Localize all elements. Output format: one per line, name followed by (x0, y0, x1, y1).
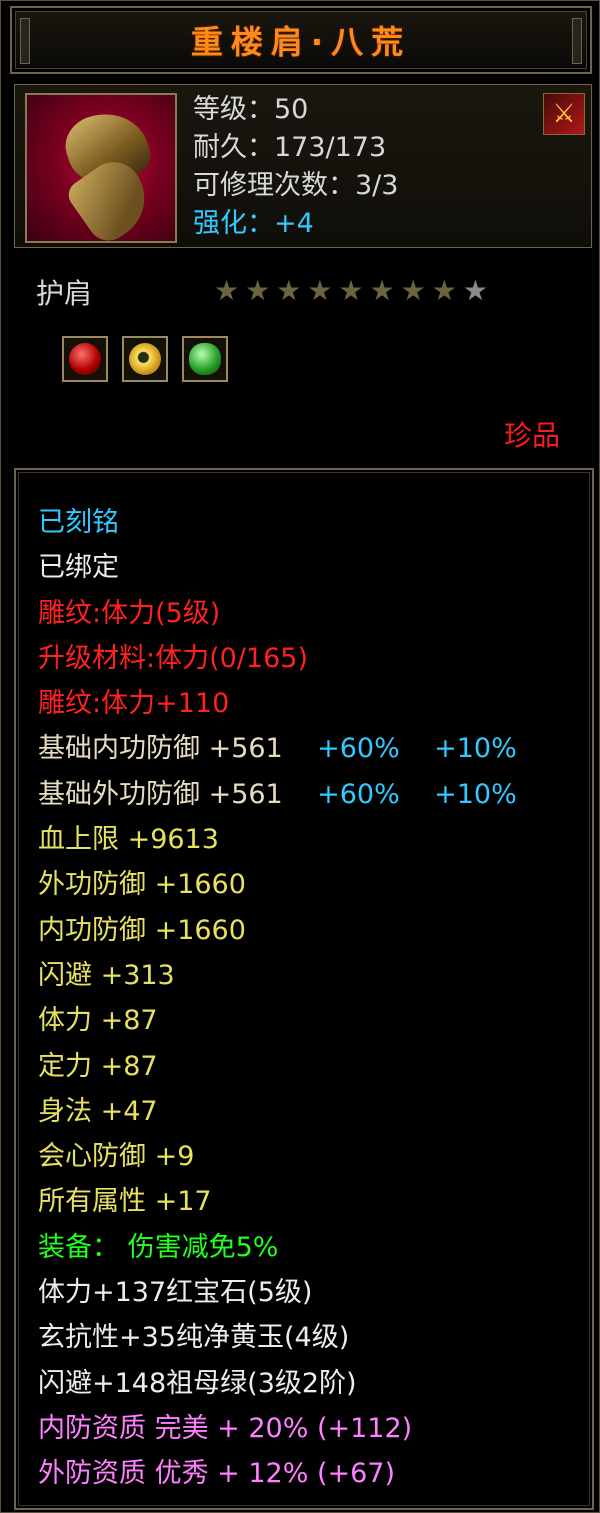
stat-line: 体力 +87 (38, 1005, 158, 1037)
engraved-status: 已刻铭 (38, 507, 119, 538)
upgrade-material-line: 升级材料:体力(0/165) (38, 642, 308, 674)
rarity-label: 珍品 (503, 419, 560, 452)
stat-line: 会心防御 +9 (38, 1141, 195, 1173)
star-icon: ★ (214, 274, 240, 307)
title-bar-right-cap (572, 18, 582, 64)
title-bar: 重楼肩·八荒 (10, 6, 592, 74)
carving-line: 雕纹:体力(5级) (38, 597, 221, 629)
star-icon: ★ (245, 274, 271, 307)
star-icon: ★ (307, 274, 333, 307)
carving-bonus-line: 雕纹:体力+110 (38, 688, 230, 720)
base-outer-defense-pct1: +60% (317, 778, 400, 810)
flame-rank-icon: ⚔ (543, 93, 585, 135)
item-header-panel: 等级：50 耐久：173/173 可修理次数：3/3 强化：+4 ⚔ (14, 84, 592, 248)
equip-bonus-line: 装备： 伤害减免5% (38, 1231, 279, 1263)
quality-line: 外防资质 优秀 + 12% (+67) (38, 1458, 396, 1490)
gem-bonus-line: 闪避+148祖母绿(3级2阶) (38, 1367, 357, 1399)
base-outer-defense-pct2: +10% (434, 778, 517, 810)
stat-line: 内功防御 +1660 (38, 914, 246, 946)
title-bar-left-cap (20, 18, 30, 64)
item-portrait-icon (25, 93, 177, 243)
gem-slots (62, 336, 228, 382)
stat-line: 闪避 +313 (38, 959, 175, 991)
durability-line: 耐久：173/173 (193, 132, 387, 163)
star-icon: ★ (431, 274, 457, 307)
star-icon: ★ (338, 274, 364, 307)
base-inner-defense-pct2: +10% (434, 733, 517, 765)
yellow-jade-gem-icon[interactable] (122, 336, 168, 382)
level-line: 等级：50 (193, 94, 309, 125)
emerald-gem-icon[interactable] (182, 336, 228, 382)
bound-status: 已绑定 (38, 552, 119, 584)
item-type: 护肩 (36, 277, 93, 310)
stat-line: 定力 +87 (38, 1050, 158, 1082)
gem-bonus-line: 体力+137红宝石(5级) (38, 1277, 313, 1309)
item-basic-stats: 等级：50 耐久：173/173 可修理次数：3/3 强化：+4 (193, 91, 398, 243)
item-name: 重楼肩·八荒 (190, 23, 412, 61)
star-icon: ★ (400, 274, 426, 307)
star-icon: ★ (462, 274, 488, 307)
quality-line: 内防资质 完美 + 20% (+112) (38, 1412, 413, 1444)
attributes-panel: 已刻铭 已绑定 雕纹:体力(5级) 升级材料:体力(0/165) 雕纹:体力+1… (14, 468, 594, 1510)
base-inner-defense-label: 基础内功防御 +561 (38, 733, 283, 765)
stat-line: 血上限 +9613 (38, 824, 219, 856)
stat-line: 身法 +47 (38, 1095, 158, 1127)
star-icon: ★ (369, 274, 395, 307)
star-icon: ★ (276, 274, 302, 307)
star-rating: ★ ★ ★ ★ ★ ★ ★ ★ ★ (214, 276, 488, 306)
base-inner-defense-pct1: +60% (317, 733, 400, 765)
repair-count-line: 可修理次数：3/3 (193, 170, 399, 201)
ruby-gem-icon[interactable] (62, 336, 108, 382)
stat-line: 外功防御 +1660 (38, 869, 246, 901)
stat-line: 所有属性 +17 (38, 1186, 212, 1218)
base-outer-defense-label: 基础外功防御 +561 (38, 778, 283, 810)
enhance-line: 强化：+4 (193, 208, 314, 239)
attribute-list: 已刻铭 已绑定 雕纹:体力(5级) 升级材料:体力(0/165) 雕纹:体力+1… (38, 500, 517, 1497)
base-inner-defense-line: 基础内功防御 +561 +60% +10% (38, 726, 517, 771)
base-outer-defense-line: 基础外功防御 +561 +60% +10% (38, 772, 517, 817)
gem-bonus-line: 玄抗性+35纯净黄玉(4级) (38, 1322, 350, 1354)
